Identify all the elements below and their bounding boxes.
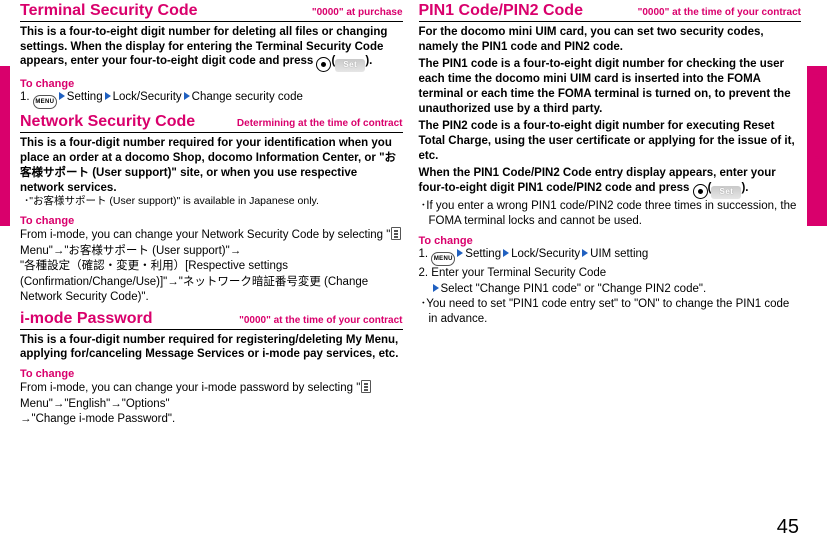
heading-imode-password: i-mode Password "0000" at the time of yo… [20,310,403,330]
pin-step-1: 1. MENU Setting Lock/Security UIM setting [419,247,802,266]
to-change-label: To change [20,215,403,227]
arrow-icon [582,249,588,257]
content-columns: Terminal Security Code "0000" at purchas… [20,0,801,428]
heading-pin-codes: PIN1 Code/PIN2 Code "0000" at the time o… [419,2,802,22]
side-section-label: Basic Operation [810,74,825,181]
pin-desc-1: For the docomo mini UIM card, you can se… [419,25,802,54]
right-column: PIN1 Code/PIN2 Code "0000" at the time o… [419,0,802,428]
heading-subtitle: "0000" at the time of your contract [239,315,402,326]
text-fragment: →"Change i-mode Password". [20,412,403,428]
heading-network-security: Network Security Code Determining at the… [20,113,403,133]
heading-subtitle: "0000" at the time of your contract [638,7,801,18]
text-fragment: Select "Change PIN1 code" or "Change PIN… [441,283,707,295]
text-fragment: ). [741,182,748,194]
pin-step-2b: Select "Change PIN1 code" or "Change PIN… [419,282,802,298]
pin-desc-3: The PIN2 code is a four-to-eight digit n… [419,119,802,163]
page-number: 45 [777,516,799,539]
nav-step: Setting [67,91,103,103]
arrow-icon [457,249,463,257]
heading-title: PIN1 Code/PIN2 Code [419,2,583,20]
nav-step: Lock/Security [113,91,182,103]
step-number: 1. [419,248,432,260]
text-fragment: Menu"→"English"→"Options" [20,398,170,410]
network-change-text: From i-mode, you can change your Network… [20,227,403,306]
i-menu-icon [391,227,401,240]
heading-title: i-mode Password [20,310,152,328]
to-change-label: To change [20,78,403,90]
text-fragment: From i-mode, you can change your Network… [20,229,390,241]
text-fragment: Menu"→"お客様サポート (User support)"→ [20,245,241,257]
text-fragment: "各種設定（確認・変更・利用）[Respective settings (Con… [20,259,403,306]
terminal-desc: This is a four-to-eight digit number for… [20,25,403,72]
imode-change-text: From i-mode, you can change your i-mode … [20,380,403,428]
nav-step: Change security code [192,91,303,103]
pin-desc-2: The PIN1 code is a four-to-eight digit n… [419,57,802,116]
text-fragment: ). [365,55,372,67]
pin-desc-4: When the PIN1 Code/PIN2 Code entry displ… [419,166,802,199]
heading-terminal-security: Terminal Security Code "0000" at purchas… [20,2,403,22]
page: Basic Operation Terminal Security Code "… [0,0,827,543]
i-menu-icon [361,380,371,393]
to-change-label: To change [419,235,802,247]
heading-subtitle: Determining at the time of contract [237,118,403,129]
arrow-icon [59,92,65,100]
terminal-step-1: 1. MENU Setting Lock/Security Change securi… [20,90,403,109]
heading-title: Terminal Security Code [20,2,198,20]
softkey-set-icon: Set [335,59,365,72]
to-change-label: To change [20,368,403,380]
imode-desc: This is a four-digit number required for… [20,333,403,362]
center-key-icon [693,184,708,199]
softkey-set-icon: Set [711,186,741,199]
center-key-icon [316,57,331,72]
nav-step: Lock/Security [511,248,580,260]
arrow-icon [433,284,439,292]
left-color-tab [0,66,10,226]
arrow-icon [105,92,111,100]
network-desc: This is a four-digit number required for… [20,136,403,195]
left-column: Terminal Security Code "0000" at purchas… [20,0,403,428]
menu-key-icon: MENU [431,252,455,266]
pin-note-advance: ･You need to set "PIN1 code entry set" t… [419,297,802,327]
pin-note-lock: ･If you enter a wrong PIN1 code/PIN2 cod… [419,199,802,229]
pin-step-2: 2. Enter your Terminal Security Code [419,266,802,282]
text-fragment: From i-mode, you can change your i-mode … [20,382,360,394]
nav-step: UIM setting [590,248,648,260]
nav-step: Setting [465,248,501,260]
network-note: ･"お客様サポート (User support)" is available i… [20,195,403,209]
arrow-icon [184,92,190,100]
step-number: 1. [20,91,33,103]
heading-subtitle: "0000" at purchase [312,7,403,18]
heading-title: Network Security Code [20,113,195,131]
menu-key-icon: MENU [33,95,57,109]
arrow-icon [503,249,509,257]
